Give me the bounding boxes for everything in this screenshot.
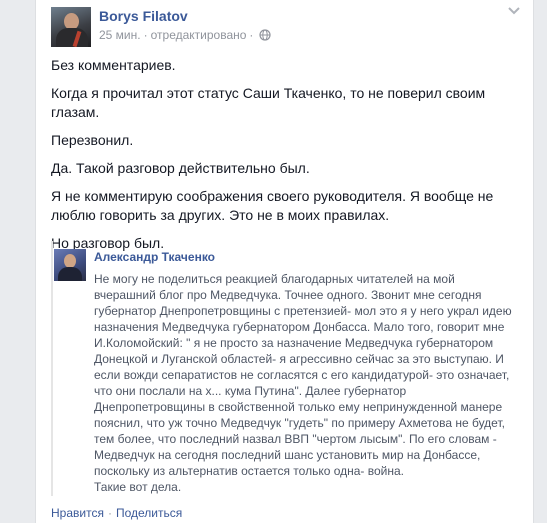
post-paragraph: Перезвонил. bbox=[51, 132, 134, 148]
post-paragraph: Когда я прочитал этот статус Саши Ткачен… bbox=[51, 85, 486, 120]
shared-author-name[interactable]: Александр Ткаченко bbox=[94, 250, 215, 264]
post-paragraph: Я не комментирую соображения своего руко… bbox=[51, 188, 494, 223]
post-body: Без комментариев. Когда я прочитал этот … bbox=[51, 56, 521, 262]
post-paragraph: Без комментариев. bbox=[51, 57, 176, 73]
shared-post-text: Не могу не поделиться реакцией благодарн… bbox=[94, 272, 512, 494]
actions-separator: · bbox=[107, 506, 112, 520]
chevron-down-icon[interactable] bbox=[507, 6, 521, 16]
share-link[interactable]: Поделиться bbox=[116, 506, 182, 520]
post-meta: 25 мин. · отредактировано · bbox=[99, 28, 272, 42]
globe-icon[interactable] bbox=[259, 29, 272, 41]
post-author-name[interactable]: Borys Filatov bbox=[99, 8, 188, 24]
edited-label[interactable]: отредактировано bbox=[151, 28, 247, 42]
post-actions: Нравится · Поделиться bbox=[51, 506, 182, 520]
post-card: Borys Filatov 25 мин. · отредактировано · Б… bbox=[35, 0, 534, 523]
meta-separator: · bbox=[143, 28, 148, 42]
shared-author-avatar[interactable] bbox=[54, 249, 86, 281]
meta-separator-2: · bbox=[249, 28, 254, 42]
shared-post: Александр Ткаченко Не могу не поделиться… bbox=[51, 241, 515, 496]
post-timestamp[interactable]: 25 мин. bbox=[99, 28, 141, 42]
like-link[interactable]: Нравится bbox=[51, 506, 104, 520]
post-paragraph: Да. Такой разговор действительно был. bbox=[51, 160, 310, 176]
author-avatar[interactable] bbox=[51, 7, 91, 47]
